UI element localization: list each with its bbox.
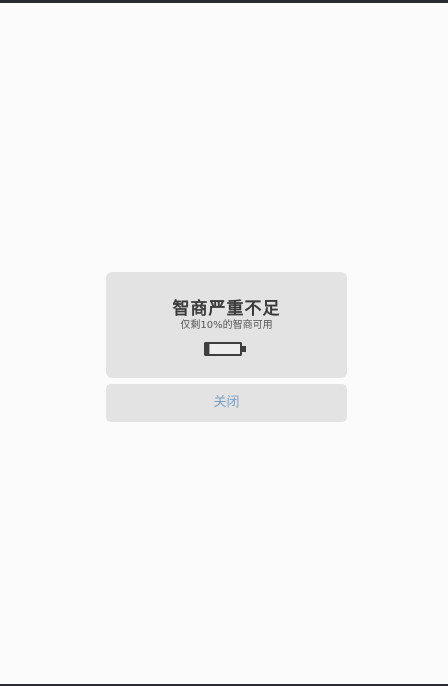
alert-card: 智商严重不足 仅剩10%的智商可用 (106, 272, 347, 378)
battery-terminal (242, 346, 246, 352)
alert-title: 智商严重不足 (172, 299, 281, 319)
battery-fill (206, 344, 210, 354)
close-button[interactable]: 关闭 (106, 384, 347, 422)
alert-subtitle: 仅剩10%的智商可用 (180, 320, 273, 331)
battery-low-icon (204, 342, 246, 356)
screen-background: 智商严重不足 仅剩10%的智商可用 关闭 (0, 0, 448, 686)
top-edge (0, 0, 448, 3)
battery-inner (206, 344, 240, 354)
